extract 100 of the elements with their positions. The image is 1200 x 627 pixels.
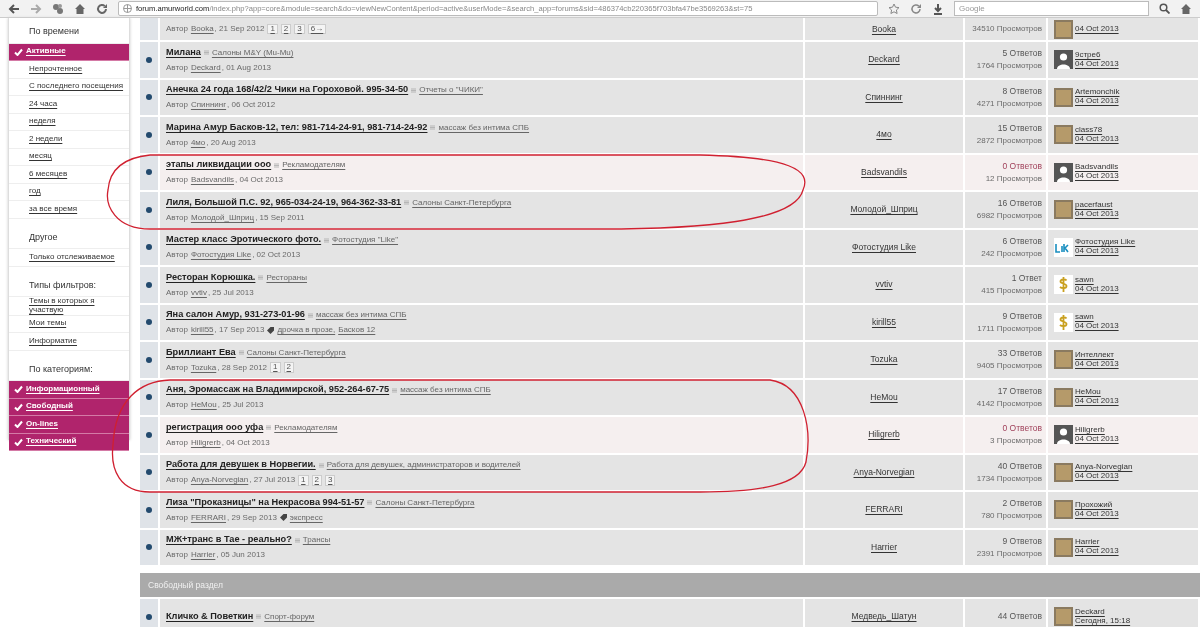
forum-link[interactable]: массаж без интима СПБ xyxy=(315,309,407,322)
page-link[interactable]: 1 xyxy=(298,474,309,486)
starter-link[interactable]: Booka xyxy=(871,22,897,36)
starter-link[interactable]: vvtiv xyxy=(875,278,893,292)
forum-link[interactable]: Спорт-форум xyxy=(264,610,315,623)
starter-link[interactable]: FERRARI xyxy=(865,503,903,517)
search-field[interactable]: Google xyxy=(954,1,1149,16)
page-link[interactable]: 1 xyxy=(267,23,278,35)
forum-link[interactable]: массаж без интима СПБ xyxy=(438,121,530,134)
last-post-date[interactable]: 04 Oct 2013 xyxy=(1075,172,1119,182)
last-poster-link[interactable]: class78 xyxy=(1075,125,1119,135)
last-post-date[interactable]: 04 Oct 2013 xyxy=(1075,547,1119,557)
author-link[interactable]: Спиннинг xyxy=(190,99,227,112)
author-link[interactable]: kirill55 xyxy=(190,324,214,337)
topic-title-link[interactable]: Работа для девушек в Норвегии. xyxy=(166,458,316,473)
last-post-date[interactable]: 04 Oct 2013 xyxy=(1075,397,1119,407)
topic-title-link[interactable]: Ресторан Корюшка. xyxy=(166,270,256,285)
starter-link[interactable]: Фотостудия Like xyxy=(852,240,916,254)
filter-link[interactable]: месяц xyxy=(9,148,129,166)
starter-link[interactable]: Молодой_Шприц xyxy=(850,203,918,217)
last-poster-link[interactable]: pacerfaust xyxy=(1075,200,1119,210)
filter-link[interactable]: Только отслеживаемое xyxy=(9,249,129,267)
last-post-date[interactable]: 04 Oct 2013 xyxy=(1075,472,1133,482)
author-link[interactable]: FERRARI xyxy=(190,511,226,524)
filter-link[interactable]: 24 часа xyxy=(9,96,129,114)
forum-link[interactable]: Рекламодателям xyxy=(282,159,346,172)
forum-link[interactable]: Работа для девушек, администраторов и водителей xyxy=(326,459,521,472)
topic-title-link[interactable]: МЖ+транс в Тае - реально? xyxy=(166,533,292,548)
starter-link[interactable]: Badsvandils xyxy=(861,165,907,179)
forum-link[interactable]: Отчеты о "ЧИКИ" xyxy=(419,84,483,97)
filter-link[interactable]: Информационный xyxy=(9,381,129,399)
last-post-date[interactable]: 04 Oct 2013 xyxy=(1075,209,1119,219)
forum-link[interactable]: Салоны Санкт-Петербурга xyxy=(246,346,346,359)
last-post-date[interactable]: 04 Oct 2013 xyxy=(1075,434,1119,444)
topic-title-link[interactable]: этапы ликвидации ооо xyxy=(166,158,272,173)
filter-link[interactable]: On-lines xyxy=(9,416,129,434)
starter-link[interactable]: Медведь_Шатун xyxy=(851,610,917,624)
topic-title-link[interactable]: Аня, Эромассаж на Владимирской, 952-264-67-75 xyxy=(166,383,390,398)
tag-link[interactable]: экспресс xyxy=(289,511,323,524)
topic-title-link[interactable]: регистрация ооо уфа xyxy=(166,420,264,435)
last-poster-link[interactable]: Прохожий xyxy=(1075,500,1119,510)
topic-title-link[interactable]: Лиля, Большой П.С. 92, 965-034-24-19, 964-362-33-81 xyxy=(166,195,402,210)
author-link[interactable]: 4мо xyxy=(190,136,206,149)
last-post-date[interactable]: 04 Oct 2013 xyxy=(1075,359,1119,369)
author-link[interactable]: Молодой_Шприц xyxy=(190,211,255,224)
back-icon[interactable] xyxy=(8,2,20,15)
page-link[interactable]: 3 xyxy=(294,23,305,35)
last-post-date[interactable]: Сегодня, 15:18 xyxy=(1075,616,1131,626)
last-post-date[interactable]: 04 Oct 2013 xyxy=(1075,509,1119,519)
last-post-date[interactable]: 04 Oct 2013 xyxy=(1075,97,1120,107)
forum-link[interactable]: Салоны Санкт-Петербурга xyxy=(375,496,475,509)
page-link[interactable]: 6→ xyxy=(307,23,327,35)
topic-title-link[interactable]: Яна салон Амур, 931-273-01-96 xyxy=(166,308,305,323)
author-link[interactable]: Harrier xyxy=(190,549,216,562)
filter-link[interactable]: Темы в которых я участвую xyxy=(9,297,129,316)
author-link[interactable]: Tozuka xyxy=(190,361,217,374)
last-post-date[interactable]: 04 Oct 2013 xyxy=(1075,24,1119,34)
last-post-date[interactable]: 04 Oct 2013 xyxy=(1075,284,1119,294)
author-link[interactable]: Anya-Norvegian xyxy=(190,474,249,487)
starter-link[interactable]: 4мо xyxy=(876,128,892,142)
forum-link[interactable]: массаж без интима СПБ xyxy=(400,384,491,397)
author-link[interactable]: Фотостудия Like xyxy=(190,249,252,262)
forum-link[interactable]: Рекламодателям xyxy=(274,421,338,434)
topic-title-link[interactable]: Анечка 24 года 168/42/2 Чики на Гороховой. 995-34-50 xyxy=(166,83,409,98)
search-icon[interactable] xyxy=(1159,3,1170,14)
last-poster-link[interactable]: Deckard xyxy=(1075,607,1131,617)
last-poster-link[interactable]: 9стре6 xyxy=(1075,50,1119,60)
forum-link[interactable]: Рестораны xyxy=(266,271,307,284)
forum-link[interactable]: Фотостудия "Like" xyxy=(332,234,399,247)
reload-icon[interactable] xyxy=(910,2,922,15)
starter-link[interactable]: Спиннинг xyxy=(865,90,903,104)
last-poster-link[interactable]: Badsvandils xyxy=(1075,163,1119,173)
starter-link[interactable]: Anya-Norvegian xyxy=(853,465,915,479)
forum-link[interactable]: Салоны M&Y (Mu-Mu) xyxy=(211,46,294,59)
starter-link[interactable]: Deckard xyxy=(868,53,900,67)
last-poster-link[interactable]: sawn xyxy=(1075,275,1119,285)
page-link[interactable]: 2 xyxy=(311,474,322,486)
last-post-date[interactable]: 04 Oct 2013 xyxy=(1075,134,1119,144)
last-post-date[interactable]: 04 Oct 2013 xyxy=(1075,59,1119,69)
reload-icon[interactable] xyxy=(96,2,108,15)
topic-title-link[interactable]: Кличко & Поветкин xyxy=(166,609,254,624)
filter-link[interactable]: год xyxy=(9,183,129,201)
last-poster-link[interactable]: Anya-Norvegian xyxy=(1075,463,1133,473)
filter-link[interactable]: С последнего посещения xyxy=(9,78,129,96)
home-icon[interactable] xyxy=(74,2,86,15)
starter-link[interactable]: kirill55 xyxy=(871,315,897,329)
page-link[interactable]: 2 xyxy=(280,23,292,35)
author-link[interactable]: vvtiv xyxy=(190,286,207,299)
author-link[interactable]: Deckard xyxy=(190,61,221,74)
topic-title-link[interactable]: Милана xyxy=(166,45,201,60)
filter-link[interactable]: 6 месяцев xyxy=(9,166,129,184)
tag-link[interactable]: дрочка в прозе, xyxy=(277,324,336,337)
author-link[interactable]: HeMou xyxy=(190,399,217,412)
page-link[interactable]: 2 xyxy=(283,362,294,374)
download-icon[interactable] xyxy=(932,2,944,15)
filter-link[interactable]: за все время xyxy=(9,201,129,219)
author-link[interactable]: Booka xyxy=(190,23,214,35)
star-icon[interactable] xyxy=(888,2,900,15)
filter-link[interactable]: Информатие xyxy=(9,333,129,351)
last-poster-link[interactable]: sawn xyxy=(1075,313,1119,323)
